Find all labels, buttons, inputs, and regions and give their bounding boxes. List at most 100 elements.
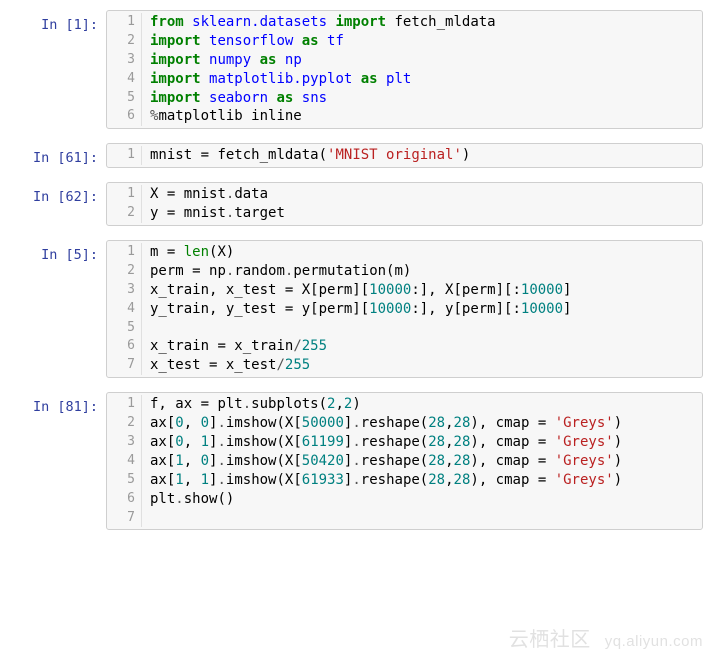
code-line-source[interactable]: y_train, y_test = y[perm][10000:], y[per… (141, 300, 702, 319)
code-token (201, 52, 209, 68)
code-token: 1 (175, 453, 183, 469)
code-token: imshow(X[ (226, 434, 302, 450)
code-line: 4import matplotlib.pyplot as plt (107, 70, 702, 89)
code-token: reshape( (361, 415, 428, 431)
code-token: , (445, 415, 453, 431)
code-line-source[interactable]: f, ax = plt.subplots(2,2) (141, 395, 702, 414)
code-token: ) (352, 396, 360, 412)
code-line: 1f, ax = plt.subplots(2,2) (107, 395, 702, 414)
code-token: 61199 (302, 434, 344, 450)
code-token (546, 472, 554, 488)
code-line-source[interactable]: x_train, x_test = X[perm][10000:], X[per… (141, 281, 702, 300)
code-line: 5import seaborn as sns (107, 89, 702, 108)
code-token: . (217, 415, 225, 431)
code-cell[interactable]: In [5]:1m = len(X)2perm = np.random.perm… (10, 240, 703, 378)
code-line-source[interactable]: import matplotlib.pyplot as plt (141, 70, 702, 89)
code-token: reshape( (361, 434, 428, 450)
code-token: plt (209, 396, 243, 412)
code-line-source[interactable]: m = len(X) (141, 243, 702, 262)
code-input-area[interactable]: 1X = mnist.data2y = mnist.target (106, 182, 703, 226)
code-token: reshape( (361, 472, 428, 488)
code-token: = (538, 415, 546, 431)
line-number: 3 (107, 51, 141, 69)
code-token: data (234, 186, 268, 202)
code-line: 3import numpy as np (107, 51, 702, 70)
code-token: (X) (209, 244, 234, 260)
code-token: ) (614, 415, 622, 431)
code-token: mnist (175, 205, 226, 221)
code-line: 5 (107, 319, 702, 338)
code-cell[interactable]: In [1]:1from sklearn.datasets import fet… (10, 10, 703, 129)
code-line-source[interactable]: ax[0, 1].imshow(X[61199].reshape(28,28),… (141, 433, 702, 452)
code-token: imshow(X[ (226, 472, 302, 488)
code-token: 10000 (521, 282, 563, 298)
code-cell[interactable]: In [62]:1X = mnist.data2y = mnist.target (10, 182, 703, 226)
input-prompt: In [81]: (10, 392, 106, 530)
code-line-source[interactable]: %matplotlib inline (141, 107, 702, 126)
code-token: . (352, 453, 360, 469)
code-line-source[interactable]: x_test = x_test/255 (141, 356, 702, 375)
code-token (201, 90, 209, 106)
code-line-source[interactable]: x_train = x_train/255 (141, 337, 702, 356)
code-token: mnist (150, 147, 201, 163)
code-line-source[interactable]: X = mnist.data (141, 185, 702, 204)
line-number: 7 (107, 356, 141, 374)
code-line: 2perm = np.random.permutation(m) (107, 262, 702, 281)
code-line-source[interactable]: import numpy as np (141, 51, 702, 70)
code-token: = (217, 338, 225, 354)
input-prompt: In [61]: (10, 143, 106, 168)
code-token: = (538, 453, 546, 469)
code-line-source[interactable]: import seaborn as sns (141, 89, 702, 108)
code-line: 2y = mnist.target (107, 204, 702, 223)
code-input-area[interactable]: 1from sklearn.datasets import fetch_mlda… (106, 10, 703, 129)
code-cell[interactable]: In [61]:1mnist = fetch_mldata('MNIST ori… (10, 143, 703, 168)
code-token: import (150, 52, 201, 68)
code-line-source[interactable]: ax[1, 1].imshow(X[61933].reshape(28,28),… (141, 471, 702, 490)
code-token: 50000 (302, 415, 344, 431)
code-token: ax[ (150, 453, 175, 469)
code-token: . (175, 491, 183, 507)
code-input-area[interactable]: 1m = len(X)2perm = np.random.permutation… (106, 240, 703, 378)
code-token: ax[ (150, 415, 175, 431)
code-line-source[interactable]: from sklearn.datasets import fetch_mldat… (141, 13, 702, 32)
code-line-source[interactable]: perm = np.random.permutation(m) (141, 262, 702, 281)
code-token: 255 (302, 338, 327, 354)
code-line-source[interactable]: mnist = fetch_mldata('MNIST original') (141, 146, 702, 165)
code-token: = (201, 147, 209, 163)
code-line: 7 (107, 509, 702, 528)
code-token: . (217, 434, 225, 450)
code-token: as (302, 33, 319, 49)
code-token: y (150, 205, 167, 221)
line-number: 4 (107, 452, 141, 470)
code-token: fetch_mldata( (209, 147, 327, 163)
code-token: imshow(X[ (226, 415, 302, 431)
input-prompt: In [1]: (10, 10, 106, 129)
code-token: tensorflow (209, 33, 293, 49)
line-number: 2 (107, 204, 141, 222)
line-number: 2 (107, 32, 141, 50)
line-number: 5 (107, 89, 141, 107)
code-line-source[interactable]: import tensorflow as tf (141, 32, 702, 51)
code-line: 6plt.show() (107, 490, 702, 509)
code-token (546, 434, 554, 450)
code-line: 1mnist = fetch_mldata('MNIST original') (107, 146, 702, 165)
code-line-source[interactable] (141, 319, 702, 338)
code-line-source[interactable] (141, 509, 702, 528)
code-line-source[interactable]: ax[1, 0].imshow(X[50420].reshape(28,28),… (141, 452, 702, 471)
code-token: ) (614, 434, 622, 450)
code-cell[interactable]: In [81]:1f, ax = plt.subplots(2,2)2ax[0,… (10, 392, 703, 530)
code-token: target (234, 205, 285, 221)
code-line-source[interactable]: plt.show() (141, 490, 702, 509)
code-input-area[interactable]: 1mnist = fetch_mldata('MNIST original') (106, 143, 703, 168)
code-token (352, 71, 360, 87)
code-line-source[interactable]: ax[0, 0].imshow(X[50000].reshape(28,28),… (141, 414, 702, 433)
code-token: = (538, 472, 546, 488)
code-token: numpy (209, 52, 251, 68)
code-token: permutation(m) (293, 263, 411, 279)
code-input-area[interactable]: 1f, ax = plt.subplots(2,2)2ax[0, 0].imsh… (106, 392, 703, 530)
code-token: . (217, 453, 225, 469)
code-line: 3ax[0, 1].imshow(X[61199].reshape(28,28)… (107, 433, 702, 452)
line-number: 3 (107, 433, 141, 451)
code-line-source[interactable]: y = mnist.target (141, 204, 702, 223)
code-token: / (276, 357, 284, 373)
